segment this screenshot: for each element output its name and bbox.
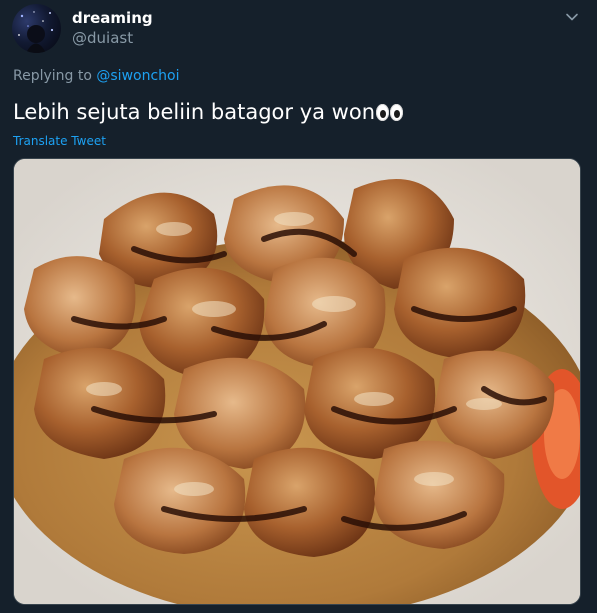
tweet: dreaming @duiast Replying to @siwonchoi … <box>0 0 597 613</box>
eyes-icon <box>376 103 404 121</box>
display-name[interactable]: dreaming <box>72 9 153 27</box>
user-handle[interactable]: @duiast <box>72 29 133 47</box>
translate-tweet-link[interactable]: Translate Tweet <box>13 133 106 149</box>
replying-to: Replying to @siwonchoi <box>13 67 180 85</box>
avatar[interactable] <box>12 4 61 53</box>
replying-to-label: Replying to <box>13 68 92 84</box>
chevron-down-icon[interactable] <box>563 8 581 26</box>
tweet-text: Lebih sejuta beliin batagor ya won <box>13 98 404 126</box>
tweet-body: Lebih sejuta beliin batagor ya won <box>13 100 376 124</box>
tweet-photo[interactable] <box>13 158 581 605</box>
mention-link[interactable]: @siwonchoi <box>96 68 179 84</box>
